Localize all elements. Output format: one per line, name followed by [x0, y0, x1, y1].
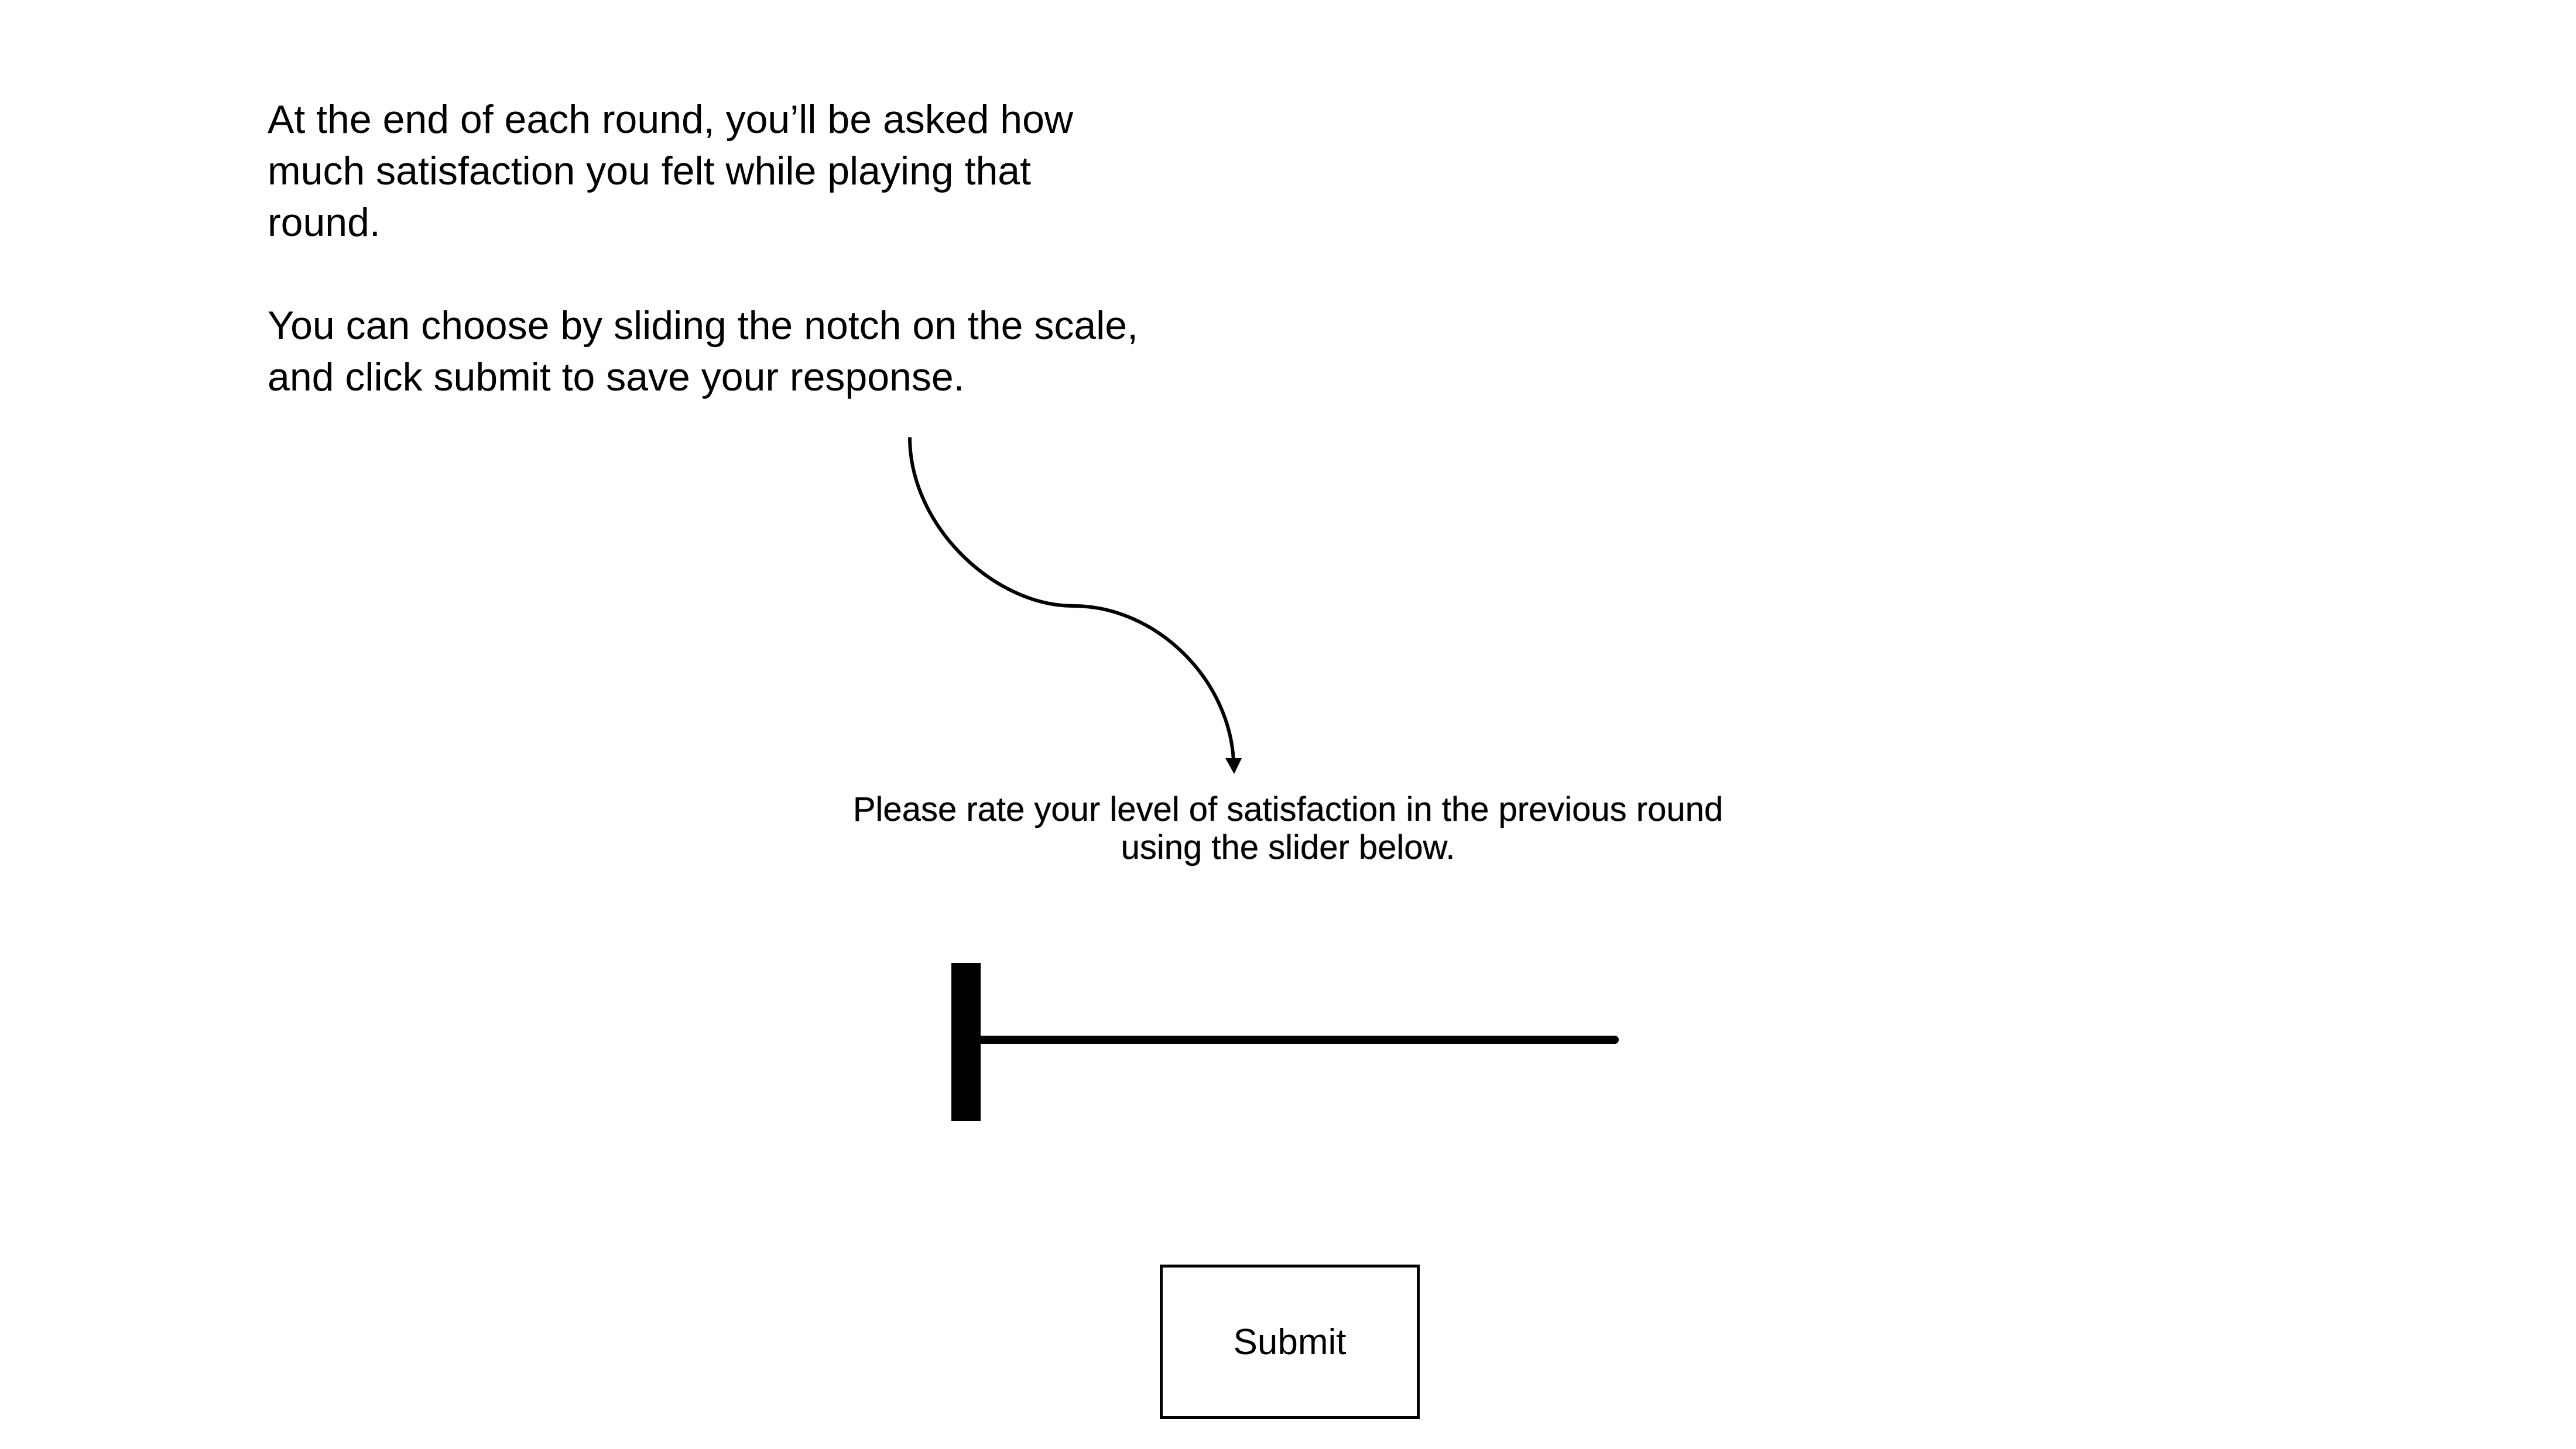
satisfaction-slider[interactable]	[951, 963, 1619, 1122]
slider-thumb[interactable]	[951, 963, 981, 1121]
rating-prompt: Please rate your level of satisfaction i…	[703, 790, 1873, 866]
slider-track[interactable]	[975, 1036, 1619, 1044]
prompt-line-1: Please rate your level of satisfaction i…	[852, 790, 1724, 828]
curved-arrow-icon	[908, 437, 1242, 774]
submit-button[interactable]: Submit	[1160, 1265, 1420, 1419]
prompt-line-2: using the slider below.	[1121, 828, 1455, 866]
